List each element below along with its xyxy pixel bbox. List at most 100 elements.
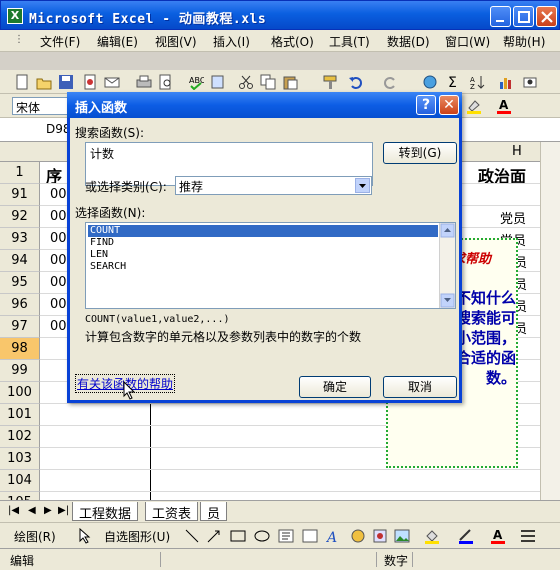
menu-data[interactable]: 数据(D) [387,33,430,50]
font-color-icon[interactable]: A [496,98,512,114]
ok-button[interactable]: 确定 [299,376,371,398]
cell-a93[interactable]: 00 [50,231,67,246]
cell-a97[interactable]: 00 [50,319,67,334]
row-header-selected[interactable]: 98 [0,338,40,360]
minimize-button[interactable] [490,6,511,27]
menu-edit[interactable]: 编辑(E) [97,33,138,50]
research-icon[interactable] [210,74,226,90]
picture-icon[interactable] [394,528,410,544]
cell-a96[interactable]: 00 [50,297,67,312]
new-icon[interactable] [14,74,30,90]
permission-icon[interactable] [82,74,98,90]
function-item[interactable]: FIND [88,237,438,249]
diagram-icon[interactable] [350,528,366,544]
category-select[interactable]: 推荐 [175,176,372,195]
vertical-textbox-icon[interactable] [302,528,318,544]
save-icon[interactable] [58,74,74,90]
copy-icon[interactable] [260,74,276,90]
print-preview-icon[interactable] [158,74,174,90]
function-item[interactable]: LEN [88,249,438,261]
row-header[interactable]: 101 [0,404,40,426]
chart-wizard-icon[interactable] [498,74,514,90]
cell-h92[interactable]: 党员 [500,208,526,227]
excel-app-icon[interactable]: X [7,8,23,24]
cell-a92[interactable]: 00 [50,209,67,224]
cell-a94[interactable]: 00 [50,253,67,268]
line-style-icon[interactable] [520,528,536,544]
tab-prev-icon[interactable]: ◀ [28,505,36,516]
cancel-button[interactable]: 取消 [383,376,457,398]
column-header-h[interactable]: H [512,144,522,159]
draw-menu[interactable]: 绘图(R) [14,528,56,545]
name-box[interactable]: D98 [0,120,71,140]
highlight-icon[interactable] [466,98,482,114]
row-header[interactable]: 102 [0,426,40,448]
menu-view[interactable]: 视图(V) [155,33,197,50]
dialog-close-button[interactable]: ✕ [439,95,459,115]
email-icon[interactable] [104,74,120,90]
drawing-icon[interactable] [522,74,538,90]
line-color-icon[interactable] [458,528,474,544]
select-objects-icon[interactable] [76,528,92,544]
tab-first-icon[interactable]: |◀ [8,505,19,516]
function-item[interactable]: SEARCH [88,261,438,273]
oval-icon[interactable] [254,528,270,544]
spelling-icon[interactable]: ABC [188,74,204,90]
open-icon[interactable] [36,74,52,90]
hyperlink-icon[interactable] [422,74,438,90]
drawing-font-color-icon[interactable]: A [490,528,506,544]
sheet-tab-salary[interactable]: 工资表 [145,502,199,522]
line-icon[interactable] [184,528,200,544]
cell-a95[interactable]: 00 [50,275,67,290]
close-button[interactable] [536,6,557,27]
arrow-icon[interactable] [206,528,222,544]
row-header[interactable]: 100 [0,382,40,404]
row-header[interactable]: 99 [0,360,40,382]
vertical-scrollbar[interactable] [540,142,560,500]
row-header[interactable]: 103 [0,448,40,470]
autoshapes-menu[interactable]: 自选图形(U) [104,528,170,545]
function-item-selected[interactable]: COUNT [88,225,438,237]
row-header[interactable]: 93 [0,228,40,250]
print-icon[interactable] [136,74,152,90]
menu-insert[interactable]: 插入(I) [213,33,250,50]
clipart-icon[interactable] [372,528,388,544]
tab-last-icon[interactable]: ▶| [58,505,69,516]
row-header[interactable]: 1 [0,162,40,184]
cell-a91[interactable]: 00 [50,187,67,202]
row-header[interactable]: 95 [0,272,40,294]
row-header[interactable]: 105 [0,492,40,500]
row-header[interactable]: 97 [0,316,40,338]
row-header[interactable]: 92 [0,206,40,228]
dropdown-arrow-icon[interactable] [355,178,370,193]
row-header[interactable]: 104 [0,470,40,492]
sheet-tab-engineering[interactable]: 工程数据 [72,502,139,522]
autosum-icon[interactable]: Σ [446,74,462,90]
function-list[interactable]: COUNT FIND LEN SEARCH [85,222,456,309]
row-header[interactable]: 94 [0,250,40,272]
cut-icon[interactable] [238,74,254,90]
menu-format[interactable]: 格式(O) [271,33,314,50]
wordart-icon[interactable]: A [326,528,342,544]
menu-tools[interactable]: 工具(T) [329,33,370,50]
go-button[interactable]: 转到(G) [383,142,457,164]
paste-icon[interactable] [282,74,298,90]
fill-color-icon[interactable] [424,528,440,544]
function-list-scrollbar[interactable] [439,223,455,308]
textbox-icon[interactable] [278,528,294,544]
format-painter-icon[interactable] [322,74,338,90]
menu-file[interactable]: 文件(F) [40,33,80,50]
tab-next-icon[interactable]: ▶ [44,505,52,516]
undo-icon[interactable] [348,74,364,90]
row-header[interactable]: 96 [0,294,40,316]
rectangle-icon[interactable] [230,528,246,544]
redo-icon[interactable] [382,74,398,90]
menu-help[interactable]: 帮助(H) [503,33,545,50]
sheet-tab-staff[interactable]: 员 [200,502,228,522]
help-icon[interactable]: ? [416,95,436,115]
menu-window[interactable]: 窗口(W) [445,33,490,50]
restore-button[interactable] [513,6,534,27]
sort-ascending-icon[interactable]: AZ [470,74,486,90]
dialog-title-bar[interactable]: 插入函数 ? ✕ [67,92,462,118]
row-header[interactable]: 91 [0,184,40,206]
